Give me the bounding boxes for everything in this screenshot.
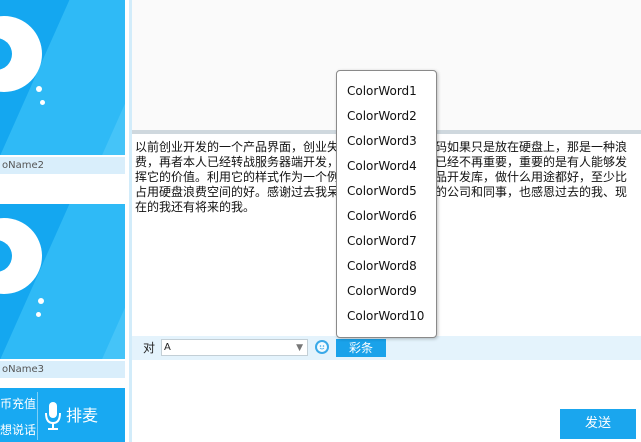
video-tile-2-name: oName2 bbox=[0, 157, 125, 174]
send-button[interactable]: 发送 bbox=[560, 409, 636, 439]
video-tile-2[interactable] bbox=[0, 0, 125, 155]
color-word-item[interactable]: ColorWord2 bbox=[337, 104, 436, 129]
button-divider bbox=[37, 392, 38, 440]
emoji-icon[interactable] bbox=[315, 340, 329, 354]
queue-label: 排麦 bbox=[66, 406, 99, 425]
left-panel: oName2 oName3 币充值 想说话 排麦 bbox=[0, 0, 129, 442]
recharge-button[interactable]: 币充值 bbox=[0, 393, 36, 415]
target-user-value: A bbox=[164, 342, 171, 353]
color-word-item[interactable]: ColorWord5 bbox=[337, 179, 436, 204]
color-word-item[interactable]: ColorWord3 bbox=[337, 129, 436, 154]
color-word-item[interactable]: ColorWord1 bbox=[337, 79, 436, 104]
color-word-button[interactable]: 彩条 bbox=[336, 339, 386, 357]
video-tile-3-name: oName3 bbox=[0, 361, 125, 378]
color-word-item[interactable]: ColorWord4 bbox=[337, 154, 436, 179]
chat-toolbar: 对 A ▼ 彩条 bbox=[132, 336, 641, 360]
microphone-icon bbox=[45, 402, 61, 430]
color-word-menu: ColorWord1 ColorWord2 ColorWord3 ColorWo… bbox=[336, 70, 437, 338]
queue-mic-button[interactable]: 排麦 bbox=[44, 396, 98, 436]
color-word-item[interactable]: ColorWord8 bbox=[337, 254, 436, 279]
to-label: 对 bbox=[143, 341, 156, 355]
color-word-item[interactable]: ColorWord7 bbox=[337, 229, 436, 254]
video-tile-3[interactable] bbox=[0, 204, 125, 359]
chevron-down-icon[interactable]: ▼ bbox=[296, 341, 303, 356]
color-word-item[interactable]: ColorWord6 bbox=[337, 204, 436, 229]
speak-button[interactable]: 想说话 bbox=[0, 419, 36, 441]
color-word-item[interactable]: ColorWord10 bbox=[337, 304, 436, 329]
target-user-select[interactable]: A ▼ bbox=[161, 339, 308, 356]
color-word-item[interactable]: ColorWord9 bbox=[337, 279, 436, 304]
